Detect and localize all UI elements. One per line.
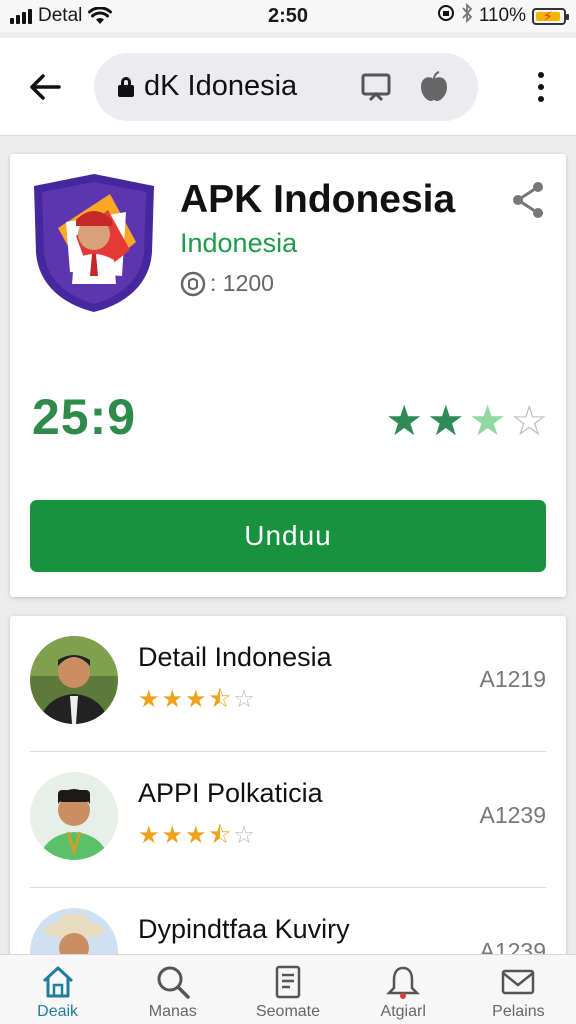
download-count-value: : 1200	[210, 270, 274, 296]
star-full-icon: ★	[185, 822, 207, 849]
star-full-icon: ★	[385, 397, 424, 444]
nav-mail[interactable]: Pelains	[461, 955, 576, 1024]
list-item[interactable]: APPI Polkaticia ★ ★ ★ ⯪ ☆ A1239	[10, 752, 566, 888]
avatar	[30, 636, 118, 724]
orientation-lock-icon	[437, 4, 455, 28]
item-code: A1239	[479, 802, 546, 828]
app-list: Detail Indonesia ★ ★ ★ ⯪ ☆ A1219 APPI Po…	[10, 616, 566, 956]
star-full-icon: ★	[161, 822, 184, 849]
wifi-icon	[88, 7, 113, 25]
nav-search-label: Manas	[148, 1003, 197, 1020]
app-developer: Indonesia	[180, 228, 298, 258]
carrier-label: Detal	[38, 5, 83, 26]
star-empty-icon: ☆	[233, 822, 255, 849]
nav-notifications-label: Atgiarl	[380, 1003, 426, 1020]
app-card: APK Indonesia Indonesia : 1200 25:9 ★ ★ …	[10, 154, 566, 597]
download-count-icon	[180, 271, 206, 296]
rating-stars: ★ ★ ★ ☆	[385, 400, 548, 442]
share-button[interactable]	[510, 180, 546, 220]
item-stars: ★ ★ ★ ⯪ ☆	[138, 824, 255, 848]
battery-icon: ⚡	[532, 7, 569, 25]
nav-document[interactable]: Seomate	[230, 955, 345, 1024]
star-full-icon: ★	[138, 822, 160, 849]
item-code: A1219	[479, 666, 546, 692]
star-empty-icon: ☆	[233, 686, 255, 713]
nav-home-label: Deaik	[37, 1003, 79, 1020]
app-logo	[30, 172, 158, 314]
nav-home[interactable]: Deaik	[0, 955, 115, 1024]
search-icon	[157, 966, 190, 999]
list-item[interactable]: Dypindtfaa Kuviry A1239	[10, 888, 566, 956]
lock-icon	[118, 76, 134, 97]
signal-icon	[10, 8, 32, 24]
bluetooth-icon	[461, 2, 473, 29]
back-button[interactable]	[20, 62, 70, 112]
star-half-icon: ★	[468, 397, 507, 444]
star-half-icon: ⯪	[208, 822, 232, 849]
address-bar[interactable]: dK Idonesia	[94, 52, 478, 121]
nav-search[interactable]: Manas	[115, 955, 230, 1024]
list-item[interactable]: Detail Indonesia ★ ★ ★ ⯪ ☆ A1219	[10, 616, 566, 752]
item-title: Detail Indonesia	[138, 642, 332, 672]
star-full-icon: ★	[138, 686, 160, 713]
install-button[interactable]: Unduu	[30, 500, 546, 572]
document-icon	[275, 965, 301, 999]
url-text: dK Idonesia	[144, 70, 298, 102]
star-full-icon: ★	[185, 686, 207, 713]
back-arrow-icon	[30, 73, 61, 100]
star-full-icon: ★	[161, 686, 184, 713]
avatar	[30, 772, 118, 860]
home-icon	[42, 966, 73, 998]
browser-toolbar: dK Idonesia	[0, 38, 576, 136]
download-count: : 1200	[180, 270, 274, 297]
bell-icon	[386, 966, 421, 999]
rating-value: 25:9	[32, 389, 137, 445]
screen-icon[interactable]	[356, 67, 396, 107]
star-full-icon: ★	[427, 397, 465, 444]
status-bar: Detal 2:50 110% ⚡	[0, 0, 576, 32]
nav-mail-label: Pelains	[492, 1003, 545, 1020]
nav-document-label: Seomate	[255, 1003, 321, 1020]
mail-icon	[502, 969, 535, 995]
item-title: Dypindtfaa Kuviry	[138, 914, 350, 944]
apple-icon[interactable]	[414, 67, 454, 107]
star-half-icon: ⯪	[208, 686, 232, 713]
avatar	[30, 908, 118, 956]
item-title: APPI Polkaticia	[138, 778, 323, 808]
app-title: APK Indonesia	[180, 178, 456, 221]
nav-notifications[interactable]: Atgiarl	[346, 955, 461, 1024]
more-vert-icon[interactable]	[526, 62, 556, 112]
share-icon	[513, 182, 543, 218]
bottom-navigation: Deaik Manas Seomate Atgiarl Pelains	[0, 954, 576, 1024]
item-stars: ★ ★ ★ ⯪ ☆	[138, 688, 255, 712]
star-empty-icon: ☆	[510, 397, 548, 444]
battery-label: 110%	[478, 5, 526, 26]
